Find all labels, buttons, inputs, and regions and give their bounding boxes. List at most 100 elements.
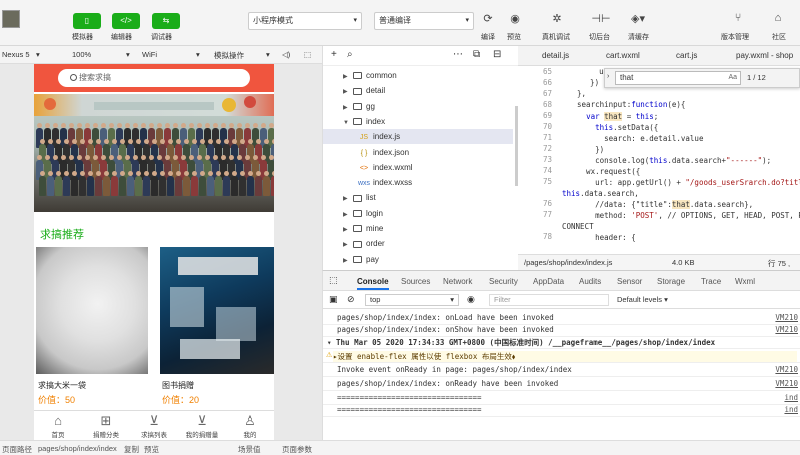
search-placeholder: 搜索求搞 xyxy=(79,73,111,82)
tree-item[interactable]: ▶ gg xyxy=(343,99,375,114)
tree-item[interactable]: wxs index.wxss xyxy=(357,175,412,190)
add-icon[interactable]: + xyxy=(331,49,337,60)
layout-icon[interactable]: ⧉ xyxy=(473,49,480,60)
tree-item[interactable]: { } index.json xyxy=(357,145,409,160)
editor-tab[interactable]: pay.wxml - shop xyxy=(736,51,793,60)
refresh-icon[interactable]: ⟳ xyxy=(478,12,498,25)
tab-category[interactable]: ⊞ 捐赠分类 xyxy=(82,413,130,439)
editor-tab[interactable]: cart.js xyxy=(676,51,697,60)
crowd-head xyxy=(96,171,101,176)
find-input[interactable]: that Aa xyxy=(615,71,741,85)
switch-background-icon[interactable]: ⊣⊢ xyxy=(591,12,611,25)
editor-label: 编辑器 xyxy=(111,34,132,41)
console-source-link[interactable]: VM210 xyxy=(775,365,798,374)
tab-trace[interactable]: Trace xyxy=(701,277,721,286)
crowd-head xyxy=(200,139,205,144)
clear-icon[interactable]: ⊘ xyxy=(347,294,355,305)
tab-network[interactable]: Network xyxy=(443,277,472,286)
console-source-link[interactable]: ind xyxy=(784,405,798,414)
compile-select[interactable]: 普通编译 ▾ xyxy=(374,12,474,30)
phone-icon: ▯ xyxy=(84,16,90,25)
tab-my-donations[interactable]: ⊻ 我的捐赠量 xyxy=(178,413,226,439)
crowd-head xyxy=(229,155,234,160)
tab-sensor[interactable]: Sensor xyxy=(617,277,642,286)
console-source-link[interactable]: ind xyxy=(784,393,798,402)
product-card[interactable] xyxy=(160,247,274,375)
log-levels-select[interactable]: Default levels ▾ xyxy=(617,295,668,304)
editor-status-bar: /pages/shop/index/index.js 4.0 KB 行 75 , xyxy=(518,254,800,270)
tree-item-label: list xyxy=(366,193,376,203)
search-icon[interactable]: ⌕ xyxy=(347,49,353,60)
operation-select[interactable]: 模拟操作 xyxy=(214,50,244,61)
fullscreen-icon[interactable]: ⬚ xyxy=(304,50,311,59)
tree-item[interactable]: ▶ login xyxy=(343,206,383,221)
copy-link[interactable]: 复制 xyxy=(124,444,139,455)
tree-item[interactable]: ▶ order xyxy=(343,236,385,251)
tree-item[interactable]: ▶ pay xyxy=(343,252,379,267)
match-case-icon[interactable]: Aa xyxy=(728,72,737,84)
tab-sources[interactable]: Sources xyxy=(401,277,430,286)
filter-input[interactable]: Filter xyxy=(489,294,609,306)
crowd-head xyxy=(216,139,221,144)
console-line: pages/shop/index/index: onReady have bee… xyxy=(337,379,559,388)
network-select[interactable]: WiFi xyxy=(142,50,157,59)
chevron-down-icon[interactable]: ▾ xyxy=(126,50,130,59)
tree-item[interactable]: ▶ mine xyxy=(343,221,383,236)
tab-audits[interactable]: Audits xyxy=(579,277,601,286)
search-input[interactable]: 搜索求搞 xyxy=(58,69,250,87)
crowd-figure xyxy=(135,171,142,196)
crowd-head xyxy=(168,171,173,176)
tab-mine[interactable]: ♙ 我的 xyxy=(226,413,274,439)
folder-icon xyxy=(353,87,362,95)
console-source-link[interactable]: VM210 xyxy=(775,325,798,334)
console-source-link[interactable]: VM210 xyxy=(775,313,798,322)
editor-tab[interactable]: cart.wxml xyxy=(606,51,640,60)
sidebar-toggle-icon[interactable]: ▣ xyxy=(329,294,338,305)
chevron-right-icon[interactable]: › xyxy=(607,73,609,80)
context-select[interactable]: top ▾ xyxy=(365,294,459,306)
crowd-head xyxy=(37,123,42,128)
console-source-link[interactable]: VM210 xyxy=(775,379,798,388)
editor-tab[interactable]: detail.js xyxy=(542,51,569,60)
tree-item[interactable]: ▶ list xyxy=(343,190,376,205)
more-icon[interactable]: ⋯ xyxy=(453,49,463,60)
tab-storage[interactable]: Storage xyxy=(657,277,685,286)
volume-icon[interactable]: ◁) xyxy=(282,50,290,59)
tab-appdata[interactable]: AppData xyxy=(533,277,564,286)
tab-security[interactable]: Security xyxy=(489,277,518,286)
crowd-head xyxy=(53,155,58,160)
zoom-select[interactable]: 100% xyxy=(72,50,91,59)
tab-home[interactable]: ⌂ 首页 xyxy=(34,413,82,439)
debugger-button[interactable]: ⇆ xyxy=(152,13,180,29)
find-value: that xyxy=(620,73,634,82)
mode-select[interactable]: 小程序模式 ▾ xyxy=(248,12,362,30)
tab-wxml[interactable]: Wxml xyxy=(735,277,755,286)
tab-console[interactable]: Console xyxy=(357,277,389,290)
layers-icon[interactable]: ◈▾ xyxy=(628,12,648,25)
editor-button[interactable]: </> xyxy=(112,13,140,29)
eye-icon[interactable]: ◉ xyxy=(467,294,475,305)
user-avatar[interactable] xyxy=(2,10,20,28)
community-icon[interactable]: ⌂ xyxy=(768,12,788,24)
simulator-button[interactable]: ▯ xyxy=(73,13,101,29)
tree-item[interactable]: <> index.wxml xyxy=(357,160,413,175)
tree-item[interactable]: ▶ detail xyxy=(343,83,385,98)
tree-item[interactable]: JS index.js xyxy=(323,129,513,145)
branch-icon[interactable]: ⑂ xyxy=(728,12,748,24)
eye-icon[interactable]: ◉ xyxy=(505,12,525,25)
crowd-head xyxy=(109,155,114,160)
bug-icon[interactable]: ✲ xyxy=(547,12,567,25)
chevron-down-icon[interactable]: ▾ xyxy=(266,50,270,59)
product-card[interactable] xyxy=(36,247,150,375)
page-params-label: 页面参数 xyxy=(282,445,312,454)
chevron-down-icon[interactable]: ▾ xyxy=(196,50,200,59)
tree-item[interactable]: ▼ index xyxy=(343,114,385,129)
preview-link[interactable]: 预览 xyxy=(144,444,159,455)
collapse-icon[interactable]: ⊟ xyxy=(493,49,501,60)
chevron-down-icon[interactable]: ▾ xyxy=(36,50,40,59)
device-select[interactable]: Nexus 5 xyxy=(2,50,30,59)
cursor-position[interactable]: 行 75 , xyxy=(768,258,790,269)
tab-request-list[interactable]: ⊻ 求搞列表 xyxy=(130,413,178,439)
inspect-icon[interactable]: ⬚ xyxy=(329,275,338,286)
tree-item[interactable]: ▶ common xyxy=(343,68,397,83)
